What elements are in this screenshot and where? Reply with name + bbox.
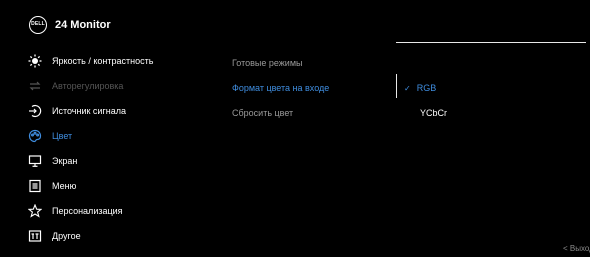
header: DELL 24 Monitor [0, 0, 590, 44]
check-icon: ✓ [404, 84, 411, 93]
other-icon [28, 229, 42, 243]
menu-item-label: Персонализация [52, 206, 123, 216]
menu-item-label: Источник сигнала [52, 106, 126, 116]
menu-item-input-source[interactable]: Источник сигнала [28, 101, 228, 121]
option-ycbcr[interactable]: YCbCr [420, 108, 447, 118]
header-divider [396, 42, 586, 43]
brightness-icon [28, 54, 42, 68]
menu-item-menu[interactable]: Меню [28, 176, 228, 196]
display-icon [28, 154, 42, 168]
submenu-input-color-format[interactable]: Формат цвета на входе [232, 83, 329, 93]
menu-icon [28, 179, 42, 193]
dell-logo: DELL [29, 16, 47, 34]
option-rgb[interactable]: ✓ RGB [404, 83, 436, 93]
menu-item-label: Другое [52, 231, 81, 241]
submenu-reset-color[interactable]: Сбросить цвет [232, 108, 293, 118]
option-label: RGB [416, 83, 437, 93]
menu-item-label: Меню [52, 181, 77, 191]
auto-adjust-icon [28, 79, 42, 93]
menu-item-brightness[interactable]: Яркость / контрастность [28, 51, 228, 71]
exit-button[interactable]: < Выход [563, 244, 590, 253]
submenu-preset-modes[interactable]: Готовые режимы [232, 58, 302, 68]
monitor-title: 24 Monitor [55, 19, 111, 31]
menu-item-other[interactable]: Другое [28, 226, 228, 246]
menu-item-label: Яркость / контрастность [52, 56, 154, 66]
menu-item-display[interactable]: Экран [28, 151, 228, 171]
input-source-icon [28, 104, 42, 118]
menu-item-label: Авторегулировка [52, 81, 124, 91]
option-divider [396, 74, 397, 98]
menu-item-label: Цвет [52, 131, 73, 141]
color-icon [28, 129, 42, 143]
menu-item-auto-adjust[interactable]: Авторегулировка [28, 76, 228, 96]
menu-item-personalize[interactable]: Персонализация [28, 201, 228, 221]
star-icon [28, 204, 42, 218]
menu-item-color[interactable]: Цвет [28, 126, 228, 146]
menu-item-label: Экран [52, 156, 78, 166]
